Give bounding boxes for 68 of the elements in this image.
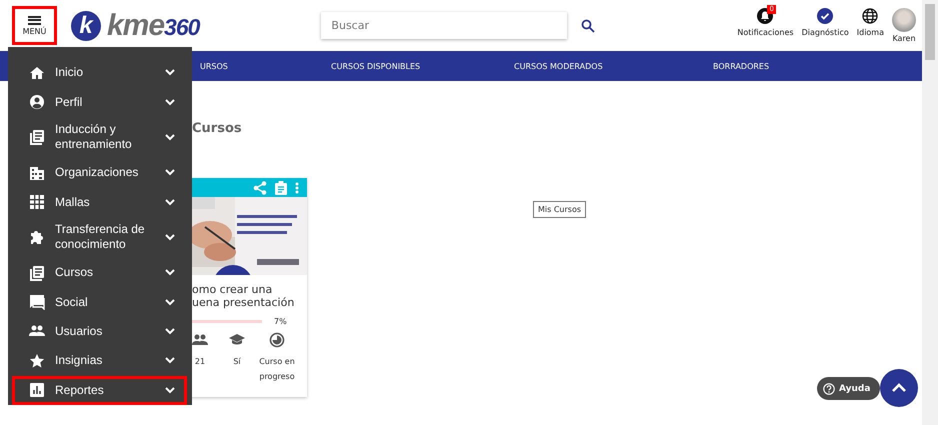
menu-item[interactable]: Mallas [12, 187, 187, 217]
nav-tab[interactable]: BORRADORES [713, 62, 770, 70]
chevron-icon [165, 134, 175, 141]
chevron-icon [165, 69, 175, 76]
chevron-up-icon [891, 383, 907, 393]
page-title: Cursos [192, 121, 242, 136]
stat-label: Curso en progreso [258, 356, 296, 383]
book-icon [29, 264, 45, 281]
chevron-icon [165, 328, 175, 335]
progress-track [192, 320, 262, 323]
menu-item[interactable]: Perfil [12, 87, 187, 117]
progress-percent: 7% [274, 317, 287, 326]
home-icon [29, 64, 45, 81]
globe-icon [862, 8, 878, 24]
search-icon [581, 18, 596, 32]
chevron-icon [165, 169, 175, 176]
progress-icon [269, 332, 285, 348]
clipboard-button[interactable] [275, 180, 287, 194]
help-button[interactable]: Ayuda [817, 377, 880, 400]
menu-item[interactable]: Cursos [12, 258, 187, 288]
clipboard-icon [275, 180, 287, 194]
chevron-icon [165, 269, 175, 276]
scroll-top-button[interactable] [880, 369, 918, 407]
chevron-icon [165, 198, 175, 206]
stat-label: Sí [232, 356, 242, 368]
nav-tab[interactable]: URSOS [200, 62, 228, 70]
logo-badge: k [71, 10, 101, 40]
profile-button[interactable]: Karen [888, 8, 920, 43]
chevron-icon [165, 386, 175, 394]
avatar [892, 8, 916, 32]
logo-wordmark: kme360 [107, 8, 200, 42]
diagnostic-button[interactable]: Diagnóstico [798, 8, 853, 37]
chat-icon [29, 294, 45, 310]
menu-item[interactable]: Inducción y entrenamiento [12, 116, 187, 158]
chevron-icon [165, 298, 175, 306]
search-button[interactable] [579, 16, 598, 34]
menu-item[interactable]: Reportes [12, 376, 187, 405]
check-icon [817, 8, 834, 24]
course-title: omo crear una uena presentación [192, 283, 296, 309]
menu-item[interactable]: Social [12, 287, 187, 317]
stat-label: 21 [194, 356, 206, 368]
menu-item[interactable]: Inicio [12, 58, 187, 88]
chart-icon [29, 382, 45, 398]
more-icon [295, 182, 299, 194]
search-field[interactable]: Buscar [321, 12, 568, 39]
chevron-icon [165, 98, 175, 106]
chevron-icon [165, 234, 175, 241]
help-icon [823, 382, 835, 394]
nav-tab[interactable]: CURSOS MODERADOS [514, 62, 603, 70]
menu-item[interactable]: Usuarios [12, 316, 187, 346]
puzzle-icon [29, 229, 45, 246]
menu-button[interactable]: MENÚ [12, 6, 57, 45]
share-button[interactable] [253, 180, 267, 194]
building-icon [29, 164, 45, 181]
language-button[interactable]: Idioma [852, 8, 888, 37]
tooltip: Mis Cursos [533, 201, 586, 218]
menu-item[interactable]: Insignias [12, 346, 187, 376]
book-icon [29, 129, 45, 146]
menu-item[interactable]: Transferencia de conocimiento [12, 216, 187, 258]
person-icon [29, 94, 45, 110]
share-icon [253, 180, 267, 194]
star-icon [29, 352, 45, 369]
people-icon [192, 332, 208, 348]
chevron-icon [165, 357, 175, 364]
more-button[interactable] [295, 182, 299, 194]
nav-tab[interactable]: CURSOS DISPONIBLES [331, 62, 420, 70]
menu-item[interactable]: Organizaciones [12, 158, 187, 188]
grid-icon [29, 194, 45, 210]
